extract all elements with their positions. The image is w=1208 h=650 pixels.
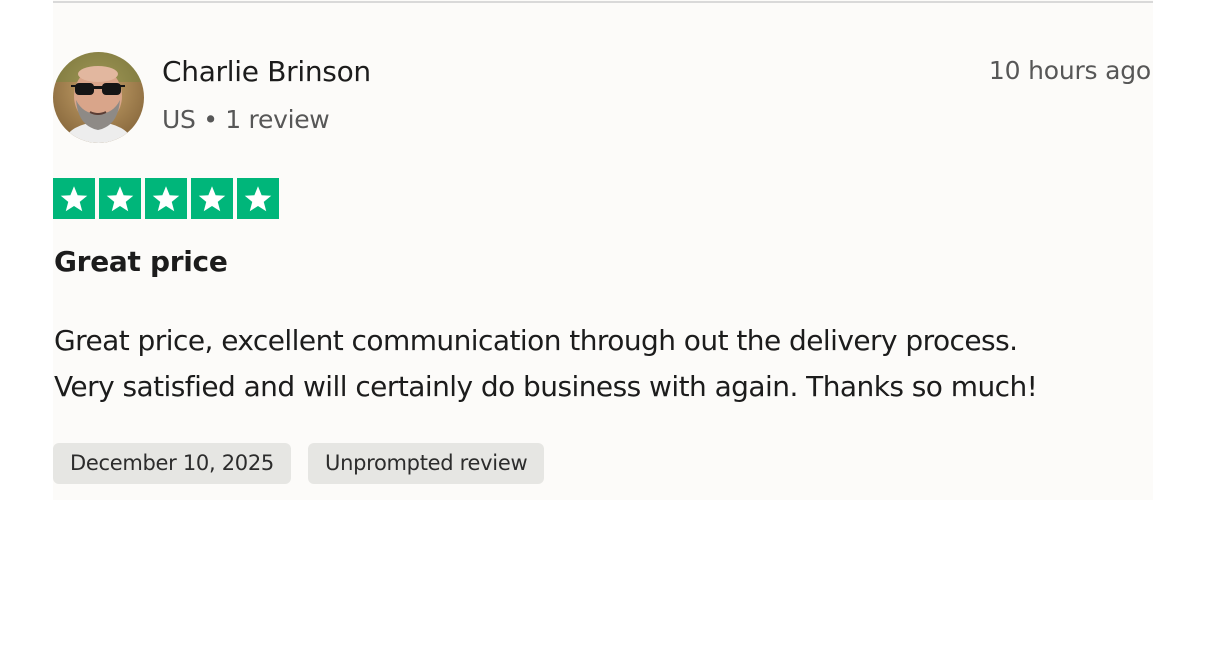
review-date-tag: December 10, 2025 <box>53 443 291 484</box>
review-body-line: Great price, excellent communication thr… <box>54 324 1018 357</box>
review-body: Great price, excellent communication thr… <box>54 318 1154 410</box>
star-icon <box>99 178 141 219</box>
star-icon <box>145 178 187 219</box>
review-tags: December 10, 2025 Unprompted review <box>53 443 545 484</box>
divider <box>53 1 1153 3</box>
review-title[interactable]: Great price <box>54 245 228 278</box>
review-card: Charlie Brinson US • 1 review 10 hours a… <box>53 0 1153 500</box>
avatar[interactable] <box>53 52 144 143</box>
reviewer-meta: US • 1 review <box>162 105 330 134</box>
star-icon <box>237 178 279 219</box>
star-icon <box>53 178 95 219</box>
unprompted-review-tag[interactable]: Unprompted review <box>308 443 545 484</box>
star-rating <box>53 178 279 219</box>
review-body-line: Very satisfied and will certainly do bus… <box>54 370 1038 403</box>
star-icon <box>191 178 233 219</box>
reviewer-name[interactable]: Charlie Brinson <box>162 55 371 88</box>
review-time: 10 hours ago <box>988 56 1151 85</box>
